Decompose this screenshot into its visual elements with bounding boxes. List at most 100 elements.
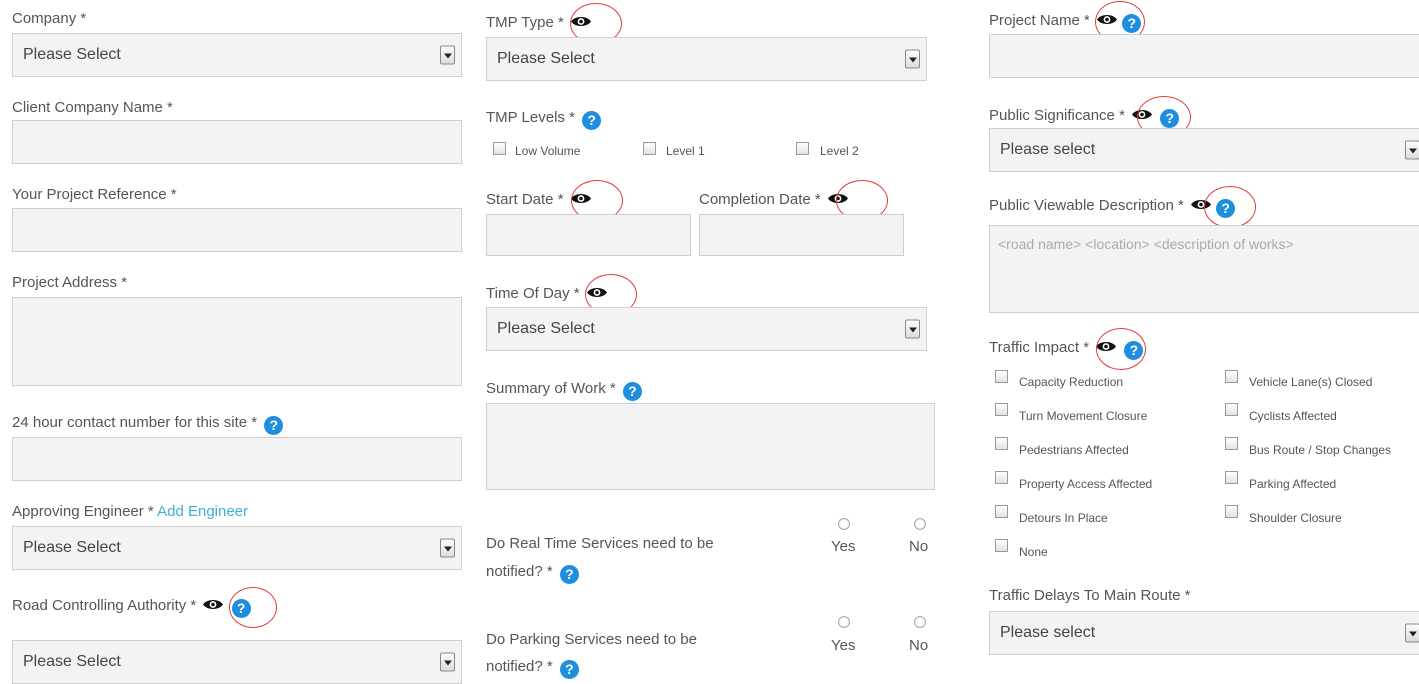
company-select[interactable]: Please Select — [12, 33, 462, 77]
help-icon[interactable]: ? — [582, 111, 602, 130]
rts-yes-radio[interactable] — [838, 518, 850, 530]
eye-icon[interactable] — [570, 15, 592, 28]
rts-no-label: No — [909, 538, 929, 555]
chevron-down-icon[interactable] — [440, 538, 455, 558]
level-1-label: Level 1 — [666, 144, 705, 158]
public-description-placeholder: <road name> <location> <description of w… — [998, 236, 1294, 252]
rts-no-radio[interactable] — [914, 518, 926, 530]
chevron-down-icon[interactable] — [1405, 623, 1419, 643]
impact-bus-route-checkbox[interactable] — [1225, 437, 1238, 450]
time-of-day-select[interactable]: Please Select — [486, 307, 927, 351]
start-date-input[interactable] — [486, 214, 691, 256]
impact-pedestrians-label: Pedestrians Affected — [1019, 443, 1129, 457]
level-low-volume-label: Low Volume — [515, 144, 581, 158]
chevron-down-icon[interactable] — [440, 652, 455, 672]
time-of-day-label: Time Of Day * — [486, 285, 608, 303]
eye-icon[interactable] — [202, 598, 224, 611]
project-reference-label: Your Project Reference * — [12, 186, 177, 203]
impact-turn-movement-label: Turn Movement Closure — [1019, 409, 1148, 423]
road-authority-label-text: Road Controlling Authority * — [12, 597, 197, 614]
completion-date-input[interactable] — [699, 214, 904, 256]
chevron-down-icon[interactable] — [440, 45, 455, 65]
impact-capacity-reduction-checkbox[interactable] — [995, 370, 1008, 383]
public-description-textarea[interactable]: <road name> <location> <description of w… — [989, 225, 1419, 313]
summary-of-work-textarea[interactable] — [486, 403, 935, 490]
help-icon[interactable]: ? — [231, 599, 251, 618]
impact-property-access-checkbox[interactable] — [995, 471, 1008, 484]
real-time-services-question: Do Real Time Services need to be — [486, 535, 714, 552]
traffic-delays-label: Traffic Delays To Main Route * — [989, 587, 1191, 604]
level-2-checkbox[interactable] — [796, 142, 809, 155]
road-authority-select[interactable]: Please Select — [12, 640, 462, 684]
help-icon[interactable]: ? — [1122, 14, 1142, 33]
chevron-down-icon[interactable] — [905, 319, 920, 339]
impact-none-label: None — [1019, 545, 1048, 559]
parking-services-question: Do Parking Services need to be — [486, 631, 697, 648]
start-date-label: Start Date * — [486, 191, 592, 209]
project-address-textarea[interactable] — [12, 297, 462, 386]
chevron-down-icon[interactable] — [1405, 140, 1419, 160]
eye-icon[interactable] — [586, 286, 608, 299]
help-icon[interactable]: ? — [1160, 109, 1180, 128]
project-reference-input[interactable] — [12, 208, 462, 252]
parking-yes-radio[interactable] — [838, 616, 850, 628]
help-icon[interactable]: ? — [1216, 199, 1236, 218]
traffic-impact-label-text: Traffic Impact * — [989, 339, 1090, 356]
time-of-day-value: Please Select — [497, 320, 595, 337]
impact-vehicle-lanes-label: Vehicle Lane(s) Closed — [1249, 375, 1373, 389]
public-significance-label-text: Public Significance * — [989, 107, 1125, 124]
eye-icon[interactable] — [1131, 108, 1153, 121]
level-low-volume-checkbox[interactable] — [493, 142, 506, 155]
impact-shoulder-closure-label: Shoulder Closure — [1249, 511, 1342, 525]
public-significance-select[interactable]: Please select — [989, 128, 1419, 172]
impact-detours-label: Detours In Place — [1019, 511, 1108, 525]
eye-icon[interactable] — [1095, 340, 1117, 353]
help-icon[interactable]: ? — [559, 660, 579, 679]
road-authority-label: Road Controlling Authority * ? — [12, 597, 251, 618]
impact-shoulder-closure-checkbox[interactable] — [1225, 505, 1238, 518]
traffic-impact-label: Traffic Impact * ? — [989, 339, 1144, 360]
impact-detours-checkbox[interactable] — [995, 505, 1008, 518]
tmp-type-value: Please Select — [497, 50, 595, 67]
impact-pedestrians-checkbox[interactable] — [995, 437, 1008, 450]
rts-yes-label: Yes — [831, 538, 856, 555]
approving-engineer-select[interactable]: Please Select — [12, 526, 462, 570]
traffic-delays-select[interactable]: Please select — [989, 611, 1419, 655]
summary-of-work-label: Summary of Work * ? — [486, 380, 642, 401]
client-company-input[interactable] — [12, 120, 462, 164]
help-icon[interactable]: ? — [622, 382, 642, 401]
impact-none-checkbox[interactable] — [995, 539, 1008, 552]
impact-cyclists-checkbox[interactable] — [1225, 403, 1238, 416]
level-1-checkbox[interactable] — [643, 142, 656, 155]
help-icon[interactable]: ? — [559, 565, 579, 584]
real-time-services-question-cont: notified? * ? — [486, 563, 579, 584]
impact-bus-route-label: Bus Route / Stop Changes — [1249, 443, 1392, 457]
parking-services-question-cont: notified? * ? — [486, 658, 579, 679]
eye-icon[interactable] — [827, 192, 849, 205]
add-engineer-link[interactable]: Add Engineer — [157, 503, 248, 520]
public-description-label-text: Public Viewable Description * — [989, 197, 1184, 214]
project-address-label: Project Address * — [12, 274, 128, 291]
tmp-levels-label: TMP Levels * ? — [486, 109, 602, 130]
level-2-label: Level 2 — [820, 144, 859, 158]
chevron-down-icon[interactable] — [905, 49, 920, 69]
start-date-label-text: Start Date * — [486, 191, 564, 208]
impact-cyclists-label: Cyclists Affected — [1249, 409, 1337, 423]
eye-icon[interactable] — [570, 192, 592, 205]
eye-icon[interactable] — [1190, 198, 1212, 211]
project-name-label: Project Name * ? — [989, 12, 1142, 33]
eye-icon[interactable] — [1096, 13, 1118, 26]
tmp-type-select[interactable]: Please Select — [486, 37, 927, 81]
help-icon[interactable]: ? — [1124, 341, 1144, 360]
project-name-input[interactable] — [989, 34, 1419, 78]
impact-turn-movement-checkbox[interactable] — [995, 403, 1008, 416]
impact-vehicle-lanes-checkbox[interactable] — [1225, 370, 1238, 383]
contact-number-label: 24 hour contact number for this site * ? — [12, 414, 284, 435]
parking-no-radio[interactable] — [914, 616, 926, 628]
company-label: Company * — [12, 10, 87, 27]
help-icon[interactable]: ? — [264, 416, 284, 435]
contact-number-input[interactable] — [12, 437, 462, 481]
impact-parking-checkbox[interactable] — [1225, 471, 1238, 484]
tmp-levels-label-text: TMP Levels * — [486, 109, 575, 126]
public-significance-label: Public Significance * ? — [989, 107, 1180, 128]
